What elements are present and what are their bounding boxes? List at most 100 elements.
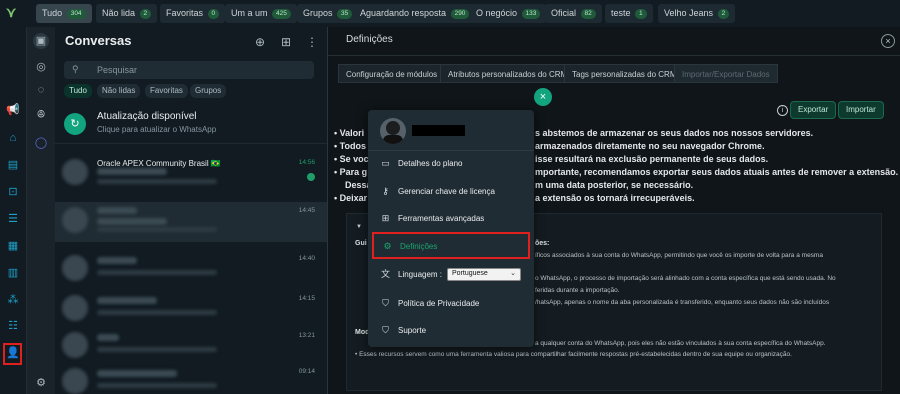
chats-icon[interactable]: ▣ (33, 33, 49, 49)
redacted-text (97, 310, 217, 315)
menu-item-advanced-tools[interactable]: ⊞ Ferramentas avançadas (372, 208, 530, 230)
chat-row[interactable]: 14:40 (55, 250, 327, 290)
chevron-down-icon: ⌄ (510, 270, 516, 277)
menu-item-label: Detalhes do plano (398, 159, 463, 168)
status-icon[interactable]: ◎ (33, 59, 49, 75)
tab-teste[interactable]: teste 1 (605, 4, 653, 23)
avatar (62, 368, 88, 394)
menu-item-license-key[interactable]: ⚷ Gerenciar chave de licença (372, 181, 530, 203)
chat-row[interactable]: Oracle APEX Community Brasil 🇧🇷 14:56 (55, 154, 327, 194)
collapse-arrow-icon[interactable]: ▼ (356, 224, 362, 230)
avatar (62, 159, 88, 185)
layout-icon[interactable]: ▤ (5, 158, 21, 172)
shield-icon: ⛉ (382, 298, 389, 308)
avatar (380, 118, 406, 144)
redacted-text (97, 270, 217, 275)
redacted-text (97, 218, 167, 225)
tab-favoritas[interactable]: Favoritas 0 (160, 4, 226, 23)
tab-count: 290 (450, 9, 470, 19)
section-line-text: Esses recursos servem como uma ferrament… (359, 351, 792, 358)
language-icon: 文 (380, 269, 390, 279)
menu-dots-icon[interactable]: ⋮ (305, 35, 319, 49)
nodes-icon[interactable]: ⁂ (5, 293, 21, 307)
language-select[interactable]: Portuguese ⌄ (447, 268, 521, 281)
tab-count: 304 (66, 9, 86, 19)
menu-item-label: Linguagem : (398, 270, 443, 279)
bot-icon[interactable]: ⊡ (5, 185, 21, 199)
filter-nao-lidas[interactable]: Não lidas (97, 84, 141, 98)
bullet-text: Deixar (339, 193, 368, 203)
communities-icon[interactable]: ꔮ (33, 107, 49, 123)
avatar (62, 295, 88, 321)
profile-menu: ▭ Detalhes do plano ⚷ Gerenciar chave de… (368, 110, 534, 347)
tab-aguardando-resposta[interactable]: Aguardando resposta 290 (354, 4, 476, 23)
tab-nao-lida[interactable]: Não lida 2 (96, 4, 158, 23)
menu-item-language: 文 Linguagem : Portuguese ⌄ (372, 264, 530, 286)
menu-item-label: Gerenciar chave de licença (398, 187, 495, 196)
chat-row[interactable]: 14:15 (55, 290, 327, 330)
redacted-text (97, 347, 217, 352)
book-icon[interactable]: ▥ (5, 266, 21, 280)
divider (368, 150, 534, 151)
tab-label: Tudo (42, 8, 63, 18)
filter-tudo[interactable]: Tudo (64, 84, 92, 98)
megaphone-icon[interactable]: 📢 (5, 103, 21, 117)
menu-item-privacy-policy[interactable]: ⛉ Política de Privacidade (372, 293, 530, 315)
tab-label: Velho Jeans (664, 8, 714, 18)
tab-grupos[interactable]: Grupos 35 (297, 4, 359, 23)
calendar-icon[interactable]: ▦ (5, 239, 21, 253)
tab-import-export[interactable]: Importar/Exportar Dados (674, 64, 778, 83)
tab-crm-attributes[interactable]: Atributos personalizados do CRM (440, 64, 576, 83)
chat-row[interactable]: 14:45 (55, 202, 327, 242)
info-icon[interactable]: i (777, 105, 788, 116)
close-icon[interactable]: × (881, 34, 895, 48)
chat-row[interactable]: 09:14 (55, 363, 327, 394)
bullet-continuation: a extensão os tornará irrecuperáveis. (535, 193, 695, 203)
search-input[interactable]: ⚲ Pesquisar (64, 61, 314, 79)
tab-crm-tags[interactable]: Tags personalizadas do CRM (564, 64, 685, 83)
tab-um-a-um[interactable]: Um a um 425 (225, 4, 297, 23)
menu-item-plan-details[interactable]: ▭ Detalhes do plano (372, 153, 530, 175)
filter-grupos[interactable]: Grupos (190, 84, 227, 98)
tab-oficial[interactable]: Oficial 82 (545, 4, 602, 23)
list-icon[interactable]: ☰ (5, 212, 21, 226)
settings-gear-icon[interactable]: ⚙ (33, 375, 49, 391)
import-button[interactable]: Importar (838, 101, 884, 119)
support-icon: ⛉ (382, 325, 389, 335)
tab-o-negocio[interactable]: O negócio 133 (470, 4, 547, 23)
tab-module-config[interactable]: Configuração de módulos (338, 64, 446, 83)
chat-row[interactable]: 13:21 (55, 327, 327, 367)
meta-ai-icon[interactable]: ◯ (33, 135, 49, 151)
tab-count: 0 (207, 9, 220, 19)
tab-count: 133 (521, 9, 541, 19)
channels-icon[interactable]: ◌ (33, 82, 49, 98)
close-menu-icon[interactable]: × (534, 88, 552, 106)
export-button[interactable]: Exportar (790, 101, 837, 119)
update-subtitle: Clique para atualizar o WhatsApp (97, 125, 217, 134)
tab-count: 425 (272, 9, 291, 19)
tag-icon[interactable]: ⌂ (5, 131, 21, 145)
section-line: /hatsApp, apenas o nome da aba personali… (535, 299, 830, 306)
tab-count: 1 (635, 9, 647, 19)
tab-velho-jeans[interactable]: Velho Jeans 2 (658, 4, 736, 23)
avatar (62, 332, 88, 358)
tab-tudo[interactable]: Tudo 304 (36, 4, 92, 23)
redacted-text (97, 207, 137, 214)
whatsapp-rail: ▣ ◎ ◌ ꔮ ◯ ⚙ (27, 27, 55, 394)
new-chat-icon[interactable]: ⊕ (253, 35, 267, 49)
tools-icon: ⊞ (381, 213, 390, 223)
new-group-icon[interactable]: ⊞ (279, 35, 293, 49)
menu-item-support[interactable]: ⛉ Suporte (372, 320, 530, 342)
user-icon-highlight (3, 343, 22, 365)
tab-label: Favoritas (166, 8, 204, 18)
chat-time: 14:56 (298, 159, 315, 166)
bullet-text: Para g (339, 167, 368, 177)
redacted-text (97, 179, 217, 184)
filter-favoritas[interactable]: Favoritas (145, 84, 188, 98)
menu-item-settings[interactable]: ⚙ Definições (372, 232, 530, 259)
tab-label: Grupos (303, 8, 333, 18)
tab-label: Não lida (102, 8, 136, 18)
chat-time: 14:40 (298, 255, 315, 262)
checklist-icon[interactable]: ☷ (5, 319, 21, 333)
update-banner[interactable]: ↻ Atualização disponível Clique para atu… (55, 105, 327, 144)
